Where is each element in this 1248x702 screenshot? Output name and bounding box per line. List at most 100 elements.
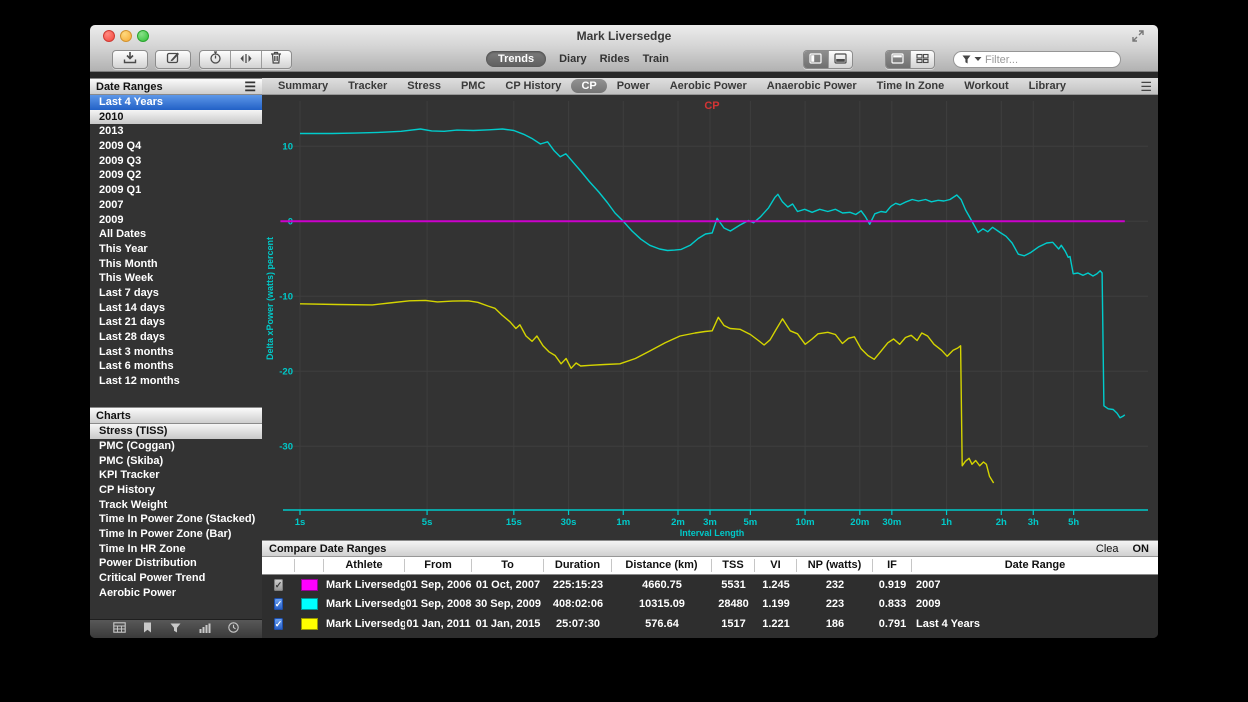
date-range-item[interactable]: Last 28 days [90,330,262,345]
fullscreen-icon[interactable] [1132,29,1144,47]
stopwatch-button[interactable] [200,51,230,68]
ride-tools-group [199,50,292,69]
charts-header: Charts [90,407,262,424]
date-range-item[interactable]: 2009 Q1 [90,183,262,198]
toggle-sidebar-button[interactable] [804,51,828,68]
chart-item[interactable]: PMC (Skiba) [90,454,262,469]
tab-cp-history[interactable]: CP History [495,79,571,93]
funnel-dropdown-icon[interactable] [974,51,982,69]
tabbar-menu-icon[interactable]: ☰ [1140,80,1152,93]
chart-item[interactable]: CP History [90,483,262,498]
compare-row[interactable]: ✓Mark Liversedge01 Sep, 200601 Oct, 2007… [262,575,1158,595]
clear-button[interactable]: Clea [1096,543,1119,555]
checkbox-cell: ✓ [262,579,295,591]
tab-workout[interactable]: Workout [954,79,1018,93]
filter-field[interactable] [953,51,1121,68]
cell-distance: 10315.09 [612,598,712,610]
clock-icon[interactable] [228,620,239,638]
date-range-item[interactable]: This Year [90,242,262,257]
chart-item[interactable]: KPI Tracker [90,468,262,483]
tab-aerobic-power[interactable]: Aerobic Power [660,79,757,93]
filter-input[interactable] [985,54,1112,66]
date-range-item[interactable]: 2007 [90,198,262,213]
cp-chart[interactable]: CP100-10-20-30Delta xPower (watts) perce… [262,95,1158,540]
cell-if: 0.833 [873,598,912,610]
content-area: Date Ranges ☰ Last 4 Years201020132009 Q… [90,72,1158,638]
column-header: Duration [544,559,612,572]
date-range-item[interactable]: All Dates [90,227,262,242]
delete-button[interactable] [261,51,291,68]
tab-tracker[interactable]: Tracker [338,79,397,93]
tab-time-in-zone[interactable]: Time In Zone [867,79,955,93]
main-panel: SummaryTrackerStressPMCCP HistoryCPPower… [262,78,1158,638]
date-range-item[interactable]: 2009 [90,213,262,228]
date-range-item[interactable]: This Month [90,257,262,272]
compare-on-toggle[interactable]: ON [1133,543,1150,555]
split-view-icon [239,51,253,69]
window-title: Mark Liversedge [90,25,1158,47]
chart-item[interactable]: PMC (Coggan) [90,439,262,454]
bookmark-icon[interactable] [143,620,152,638]
perspective-trends[interactable]: Trends [486,51,546,67]
cell-from: 01 Jan, 2011 [405,618,472,630]
compare-row[interactable]: ✓Mark Liversedge01 Sep, 200830 Sep, 2009… [262,595,1158,615]
chart-item[interactable]: Time In Power Zone (Bar) [90,527,262,542]
single-view-button[interactable] [886,51,910,68]
date-range-item[interactable]: 2010 [90,110,262,125]
date-range-item[interactable]: 2009 Q2 [90,168,262,183]
perspective-rides[interactable]: Rides [600,51,630,67]
table-icon[interactable] [113,620,126,638]
cell-vi: 1.245 [755,579,797,591]
tab-summary[interactable]: Summary [268,79,338,93]
sidebar-toggle-group [803,50,853,69]
chart-item[interactable]: Track Weight [90,498,262,513]
tab-cp[interactable]: CP [571,79,606,93]
split-activity-button[interactable] [230,51,260,68]
perspective-train[interactable]: Train [643,51,669,67]
bottom-panel-icon [834,51,847,69]
row-checkbox[interactable]: ✓ [274,598,284,610]
compare-row[interactable]: ✓Mark Liversedge01 Jan, 201101 Jan, 2015… [262,614,1158,634]
chart-item[interactable]: Critical Power Trend [90,571,262,586]
date-range-item[interactable]: Last 4 Years [90,95,262,110]
row-checkbox[interactable]: ✓ [274,618,284,630]
chart-item[interactable]: Aerobic Power [90,586,262,601]
row-checkbox[interactable]: ✓ [274,579,284,591]
cell-duration: 225:15:23 [544,579,612,591]
edit-button[interactable] [155,50,191,69]
checkbox-cell: ✓ [262,598,295,610]
date-ranges-menu-icon[interactable]: ☰ [244,80,256,93]
window-icon [891,51,904,69]
date-range-item[interactable]: 2009 Q3 [90,154,262,169]
date-range-item[interactable]: Last 3 months [90,345,262,360]
chart-item[interactable]: Stress (TISS) [90,424,262,439]
date-range-item[interactable]: Last 21 days [90,315,262,330]
cell-distance: 4660.75 [612,579,712,591]
tab-pmc[interactable]: PMC [451,79,495,93]
column-header: Date Range [912,559,1158,572]
date-range-item[interactable]: Last 7 days [90,286,262,301]
download-button[interactable] [112,50,148,69]
date-range-item[interactable]: Last 14 days [90,301,262,316]
tab-stress[interactable]: Stress [397,79,451,93]
titlebar[interactable]: Mark Liversedge [90,25,1158,47]
cell-range: 2009 [912,598,1158,610]
date-range-item[interactable]: 2013 [90,124,262,139]
svg-text:1s: 1s [295,517,306,528]
svg-text:2m: 2m [671,517,685,528]
tab-anaerobic-power[interactable]: Anaerobic Power [757,79,867,93]
chart-item[interactable]: Time In HR Zone [90,542,262,557]
date-range-item[interactable]: 2009 Q4 [90,139,262,154]
perspective-diary[interactable]: Diary [559,51,587,67]
date-range-item[interactable]: This Week [90,271,262,286]
chart-item[interactable]: Power Distribution [90,556,262,571]
chart-item[interactable]: Time In Power Zone (Stacked) [90,512,262,527]
tab-power[interactable]: Power [607,79,660,93]
chart-icon[interactable] [199,620,211,638]
tab-library[interactable]: Library [1019,79,1076,93]
date-range-item[interactable]: Last 12 months [90,374,262,389]
toggle-lowbar-button[interactable] [828,51,852,68]
date-range-item[interactable]: Last 6 months [90,359,262,374]
tiled-view-button[interactable] [910,51,934,68]
filter-icon[interactable] [170,620,181,638]
